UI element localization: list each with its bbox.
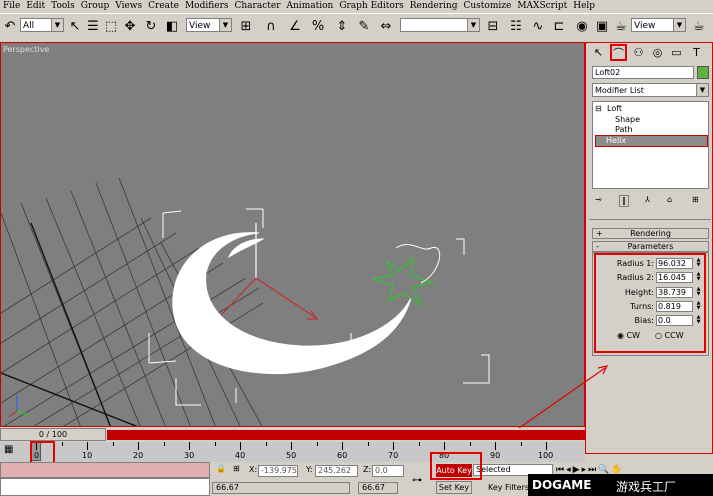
tick-label: 50 (286, 451, 297, 460)
time-slider[interactable]: 0 / 100 (0, 428, 106, 441)
tick-label: 60 (337, 451, 348, 460)
status-value-right: 66.67 (358, 482, 398, 494)
highlight-autokey-box (430, 452, 482, 480)
tick-label: 90 (490, 451, 501, 460)
ruler-tick (469, 442, 471, 446)
tick-label: 70 (388, 451, 399, 460)
ruler-tick (61, 442, 63, 446)
ruler-tick (367, 442, 369, 446)
tick-label: 30 (184, 451, 195, 460)
ruler-tick (316, 442, 318, 446)
set-key-icon[interactable]: ⊶ (412, 475, 422, 486)
watermark-brand: DOGAME (532, 478, 592, 492)
tick-label: 100 (538, 451, 554, 460)
z-label: Z: (363, 465, 372, 474)
ruler-tick (265, 442, 267, 446)
annotation-arrow (481, 365, 609, 455)
ruler-tick (393, 442, 394, 450)
tick-label: 40 (235, 451, 246, 460)
key-filters-button[interactable]: Key Filters... (488, 481, 532, 494)
time-track[interactable] (107, 430, 585, 440)
ruler-tick (495, 442, 496, 450)
ruler-tick (189, 442, 190, 450)
ruler-tick (87, 442, 88, 450)
x-coordinate-field[interactable]: -139.975 (258, 465, 298, 477)
ruler-tick (138, 442, 139, 450)
z-coordinate-field[interactable]: 0.0 (372, 465, 404, 477)
lock-icon[interactable]: 🔒 (216, 464, 226, 473)
time-slider-bar: 0 / 100 (0, 428, 585, 442)
ruler-tick (342, 442, 343, 450)
ruler-tick (291, 442, 292, 450)
ruler-tick (112, 442, 114, 446)
ruler-tick (240, 442, 241, 450)
x-label: X: (249, 465, 258, 474)
watermark: DOGAME 游戏兵工厂 (528, 474, 713, 496)
y-coordinate-field[interactable]: 245.262 (315, 465, 358, 477)
tick-label: 10 (82, 451, 93, 460)
track-bar-menu-icon[interactable]: ▦ (4, 444, 13, 455)
frame-label: 0 / 100 (38, 430, 68, 439)
ruler-tick (520, 442, 522, 446)
watermark-text: 游戏兵工厂 (616, 480, 677, 494)
ruler-tick (444, 442, 445, 450)
ruler-tick (214, 442, 216, 446)
y-label: Y: (306, 465, 313, 474)
ruler-tick (163, 442, 165, 446)
status-bar: 🔒 ⊞ X: -139.975 Y: 245.262 Z: 0.0 66.67 … (0, 452, 585, 496)
set-key-button[interactable]: Set Key (436, 481, 472, 494)
prompt-line (0, 478, 210, 496)
ruler-tick (546, 442, 547, 450)
tick-label: 20 (133, 451, 144, 460)
track-bar[interactable]: ▦ 0 10 20 30 40 50 60 70 80 90 100 (0, 442, 585, 462)
ruler-tick (418, 442, 420, 446)
absolute-mode-icon[interactable]: ⊞ (233, 464, 240, 473)
maxscript-listener[interactable] (0, 462, 210, 478)
status-value-left: 66.67 (212, 482, 350, 494)
